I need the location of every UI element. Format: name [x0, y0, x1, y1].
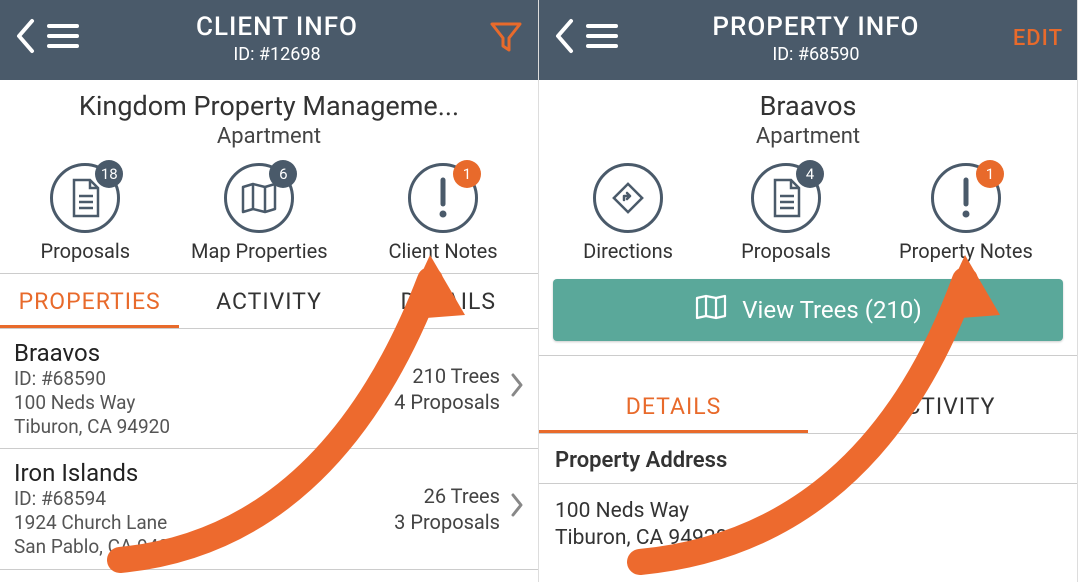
property-trees: 210 Trees: [394, 363, 500, 389]
proposals-label: Proposals: [40, 239, 130, 263]
back-icon[interactable]: [553, 18, 575, 58]
client-name: Kingdom Property Manageme...: [10, 90, 528, 122]
notes-label: Property Notes: [899, 239, 1033, 263]
property-trees: 26 Trees: [394, 483, 500, 509]
property-notes-action[interactable]: 1 Property Notes: [899, 163, 1033, 263]
menu-icon[interactable]: [585, 22, 619, 54]
property-id: ID: #68594: [14, 487, 394, 511]
tab-properties[interactable]: PROPERTIES: [0, 274, 179, 328]
map-badge: 6: [269, 160, 297, 188]
proposals-action[interactable]: 4 Proposals: [741, 163, 831, 263]
directions-label: Directions: [583, 239, 673, 263]
property-addr1: 1924 Church Lane: [14, 511, 394, 535]
property-address-header: Property Address: [539, 434, 1077, 484]
property-name: Iron Islands: [14, 459, 394, 487]
document-icon: 18: [50, 163, 120, 233]
tab-activity[interactable]: ACTIVITY: [808, 379, 1077, 433]
property-tabs: DETAILS ACTIVITY: [539, 379, 1077, 434]
property-row[interactable]: Braavos ID: #68590 100 Neds Way Tiburon,…: [0, 329, 538, 449]
property-row[interactable]: Iron Islands ID: #68594 1924 Church Lane…: [0, 449, 538, 569]
map-icon: 6: [224, 163, 294, 233]
property-proposals: 3 Proposals: [394, 509, 500, 535]
property-header-id: ID: #68590: [619, 44, 1013, 65]
tab-details[interactable]: DETAILS: [539, 379, 808, 433]
property-address: 100 Neds Way Tiburon, CA 94920: [539, 484, 1077, 567]
edit-button[interactable]: EDIT: [1013, 26, 1063, 51]
property-name: Braavos: [14, 339, 394, 367]
filter-icon[interactable]: [488, 18, 524, 58]
alert-icon: 1: [931, 163, 1001, 233]
notes-badge: 1: [453, 160, 481, 188]
property-type: Apartment: [549, 124, 1067, 149]
document-icon: 4: [751, 163, 821, 233]
client-info-panel: CLIENT INFO ID: #12698 Kingdom Property …: [0, 0, 539, 582]
client-type: Apartment: [10, 124, 528, 149]
proposals-action[interactable]: 18 Proposals: [40, 163, 130, 263]
property-title: Braavos: [549, 90, 1067, 122]
client-tabs: PROPERTIES ACTIVITY DETAILS: [0, 273, 538, 329]
property-addr2: San Pablo, CA 94806: [14, 535, 394, 559]
property-header: PROPERTY INFO ID: #68590 EDIT: [539, 0, 1077, 80]
property-id: ID: #68590: [14, 367, 394, 391]
map-label: Map Properties: [191, 239, 328, 263]
menu-icon[interactable]: [46, 22, 80, 54]
property-info-block: Braavos Apartment: [539, 80, 1077, 155]
map-icon: [694, 293, 728, 327]
property-header-title: PROPERTY INFO: [619, 12, 1013, 42]
property-proposals: 4 Proposals: [394, 389, 500, 415]
address-line2: Tiburon, CA 94920: [555, 525, 1061, 552]
property-addr1: 100 Neds Way: [14, 391, 394, 415]
view-trees-button[interactable]: View Trees (210): [553, 279, 1063, 341]
view-trees-label: View Trees (210): [742, 296, 922, 324]
client-header: CLIENT INFO ID: #12698: [0, 0, 538, 80]
notes-badge: 1: [976, 160, 1004, 188]
directions-action[interactable]: Directions: [583, 163, 673, 263]
tab-activity[interactable]: ACTIVITY: [179, 274, 358, 328]
alert-icon: 1: [408, 163, 478, 233]
back-icon[interactable]: [14, 18, 36, 58]
chevron-right-icon: [510, 492, 524, 525]
tab-details[interactable]: DETAILS: [359, 274, 538, 328]
directions-icon: [593, 163, 663, 233]
property-actions-row: Directions 4 Proposals 1 Property Notes: [539, 155, 1077, 273]
chevron-right-icon: [510, 372, 524, 405]
client-header-title: CLIENT INFO: [80, 12, 474, 42]
proposals-badge: 18: [95, 160, 123, 188]
proposals-badge: 4: [796, 160, 824, 188]
address-line1: 100 Neds Way: [555, 498, 1061, 525]
map-properties-action[interactable]: 6 Map Properties: [191, 163, 328, 263]
proposals-label: Proposals: [741, 239, 831, 263]
client-notes-action[interactable]: 1 Client Notes: [388, 163, 497, 263]
property-addr2: Tiburon, CA 94920: [14, 415, 394, 439]
client-actions-row: 18 Proposals 6 Map Properties 1 Client N…: [0, 155, 538, 273]
client-info-block: Kingdom Property Manageme... Apartment: [0, 80, 538, 155]
client-header-id: ID: #12698: [80, 44, 474, 65]
property-info-panel: PROPERTY INFO ID: #68590 EDIT Braavos Ap…: [539, 0, 1078, 582]
notes-label: Client Notes: [388, 239, 497, 263]
